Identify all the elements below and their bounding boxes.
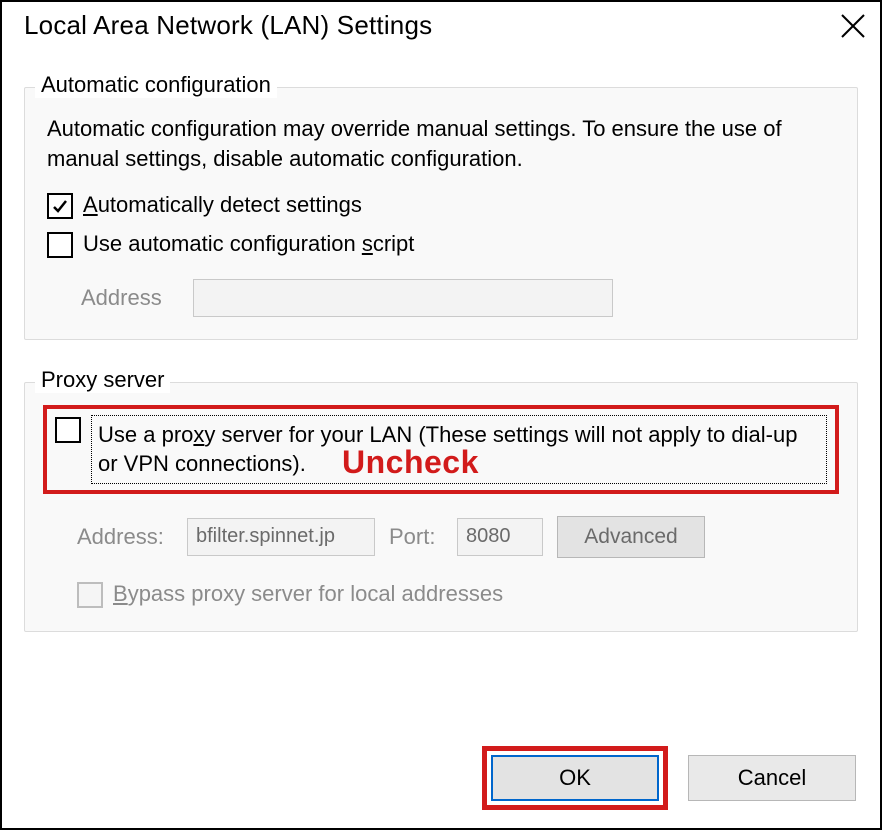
use-proxy-highlight-box: Use a proxy server for your LAN (These s… [43,405,839,494]
cancel-button[interactable]: Cancel [688,755,856,801]
use-proxy-checkbox[interactable] [55,417,81,443]
dialog-footer: OK Cancel [482,746,856,810]
bypass-local-row: Bypass proxy server for local addresses [77,580,839,609]
auto-script-address-input [193,279,613,317]
titlebar: Local Area Network (LAN) Settings [2,2,880,47]
proxy-server-group: Proxy server Use a proxy server for your… [24,382,858,632]
auto-detect-checkbox[interactable] [47,193,73,219]
close-icon[interactable] [840,13,866,39]
ok-highlight-box: OK [482,746,668,810]
bypass-local-checkbox [77,582,103,608]
auto-script-address-row: Address [81,279,835,317]
auto-script-label: Use automatic configuration script [83,230,414,259]
lan-settings-dialog: Local Area Network (LAN) Settings Automa… [0,0,882,830]
auto-detect-label: Automatically detect settings [83,191,362,220]
auto-script-address-label: Address [81,285,177,311]
auto-detect-row[interactable]: Automatically detect settings [47,191,835,220]
auto-script-checkbox[interactable] [47,232,73,258]
automatic-configuration-group: Automatic configuration Automatic config… [24,87,858,340]
bypass-local-label: Bypass proxy server for local addresses [113,580,503,609]
use-proxy-label: Use a proxy server for your LAN (These s… [91,415,827,484]
proxy-server-legend: Proxy server [35,367,170,393]
proxy-address-input [187,518,375,556]
proxy-address-label: Address: [77,524,173,550]
window-title: Local Area Network (LAN) Settings [24,10,432,41]
advanced-button: Advanced [557,516,705,558]
automatic-configuration-description: Automatic configuration may override man… [47,114,835,173]
ok-button[interactable]: OK [491,755,659,801]
proxy-port-label: Port: [389,524,443,550]
automatic-configuration-legend: Automatic configuration [35,72,277,98]
proxy-address-row: Address: Port: Advanced [77,516,839,558]
auto-script-row[interactable]: Use automatic configuration script [47,230,835,259]
proxy-port-input [457,518,543,556]
